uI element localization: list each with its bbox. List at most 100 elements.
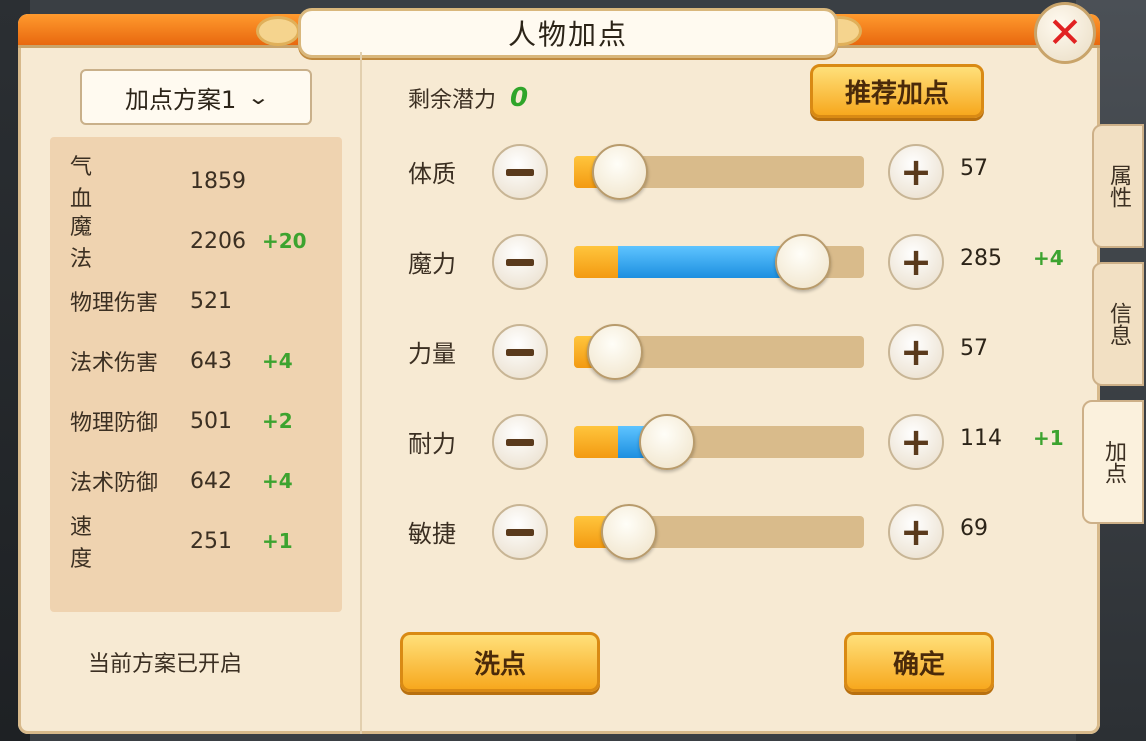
attribute-label: 体质 bbox=[408, 160, 456, 188]
stats-panel: 气血 1859 魔法 2206 +20 物理伤害 521 法术伤害 643 +4… bbox=[50, 137, 342, 612]
potential-value: 0 bbox=[510, 83, 529, 113]
stat-value: 642 bbox=[190, 468, 232, 494]
stat-bonus: +4 bbox=[262, 469, 293, 493]
stat-label: 气血 bbox=[70, 155, 137, 212]
stat-row-magic-defense: 法术防御 642 +4 bbox=[70, 461, 293, 501]
increase-button[interactable]: + bbox=[888, 414, 944, 470]
attribute-slider[interactable] bbox=[574, 414, 864, 470]
slider-knob[interactable] bbox=[601, 504, 658, 560]
attribute-row: 体质 +57 bbox=[408, 142, 1068, 202]
scroll-ornament-left bbox=[256, 16, 300, 46]
attribute-value: 57 bbox=[960, 156, 988, 181]
stat-value: 643 bbox=[190, 348, 232, 374]
minus-icon bbox=[506, 438, 534, 446]
stat-row-magic-damage: 法术伤害 643 +4 bbox=[70, 341, 293, 381]
tab-info[interactable]: 信息 bbox=[1092, 262, 1144, 386]
minus-icon bbox=[506, 258, 534, 266]
tab-add-points-label: 加点 bbox=[1101, 440, 1126, 484]
tab-info-label: 信息 bbox=[1106, 302, 1131, 346]
increase-button[interactable]: + bbox=[888, 144, 944, 200]
attribute-value: 69 bbox=[960, 516, 988, 541]
attribute-value: 57 bbox=[960, 336, 988, 361]
decrease-button[interactable] bbox=[492, 234, 548, 290]
close-icon: ✕ bbox=[1047, 8, 1083, 57]
chevron-down-icon: ⌄ bbox=[246, 85, 271, 109]
stat-label: 速度 bbox=[70, 515, 137, 572]
attribute-label: 力量 bbox=[408, 340, 456, 368]
window-title: 人物加点 bbox=[507, 18, 628, 51]
attribute-label: 魔力 bbox=[408, 250, 456, 278]
stat-label: 物理防御 bbox=[70, 411, 159, 436]
attribute-slider[interactable] bbox=[574, 504, 864, 560]
attribute-value: 285 bbox=[960, 246, 1002, 271]
attribute-row: 力量 +57 bbox=[408, 322, 1068, 382]
attribute-slider[interactable] bbox=[574, 234, 864, 290]
tab-attributes-label: 属性 bbox=[1106, 164, 1131, 208]
attribute-label: 耐力 bbox=[408, 430, 456, 458]
slider-knob[interactable] bbox=[638, 414, 695, 470]
attribute-row: 敏捷 +69 bbox=[408, 502, 1068, 562]
wash-points-button[interactable]: 洗点 bbox=[400, 632, 600, 692]
plus-icon: + bbox=[900, 510, 932, 554]
slider-knob[interactable] bbox=[592, 144, 649, 200]
stat-row-speed: 速度 251 +1 bbox=[70, 515, 293, 572]
attribute-row: 魔力 +285 +4 bbox=[408, 232, 1068, 292]
left-panel: 加点方案1 ⌄ 气血 1859 魔法 2206 +20 物理伤害 521 法术伤… bbox=[50, 54, 375, 734]
attribute-label: 敏捷 bbox=[408, 520, 456, 548]
decrease-button[interactable] bbox=[492, 324, 548, 380]
recommend-points-button[interactable]: 推荐加点 bbox=[810, 64, 984, 118]
stat-value: 521 bbox=[190, 288, 232, 314]
minus-icon bbox=[506, 528, 534, 536]
scheme-status-text: 当前方案已开启 bbox=[88, 652, 243, 677]
stat-bonus: +2 bbox=[262, 409, 293, 433]
attribute-row: 耐力 +114 +1 bbox=[408, 412, 1068, 472]
character-points-window: 人物加点 加点方案1 ⌄ 气血 1859 魔法 2206 +20 物理伤害 52… bbox=[18, 8, 1100, 734]
slider-base-fill bbox=[574, 246, 618, 278]
attribute-slider[interactable] bbox=[574, 324, 864, 380]
stat-row-physical-defense: 物理防御 501 +2 bbox=[70, 401, 293, 441]
stat-label: 物理伤害 bbox=[70, 291, 159, 316]
stat-bonus: +4 bbox=[262, 349, 293, 373]
increase-button[interactable]: + bbox=[888, 234, 944, 290]
plus-icon: + bbox=[900, 420, 932, 464]
remaining-potential: 剩余潜力 0 bbox=[408, 82, 528, 114]
tab-add-points[interactable]: 加点 bbox=[1082, 400, 1144, 524]
stat-value: 251 bbox=[190, 528, 232, 554]
stat-label: 法术伤害 bbox=[70, 351, 159, 376]
tab-attributes[interactable]: 属性 bbox=[1092, 124, 1144, 248]
slider-knob[interactable] bbox=[586, 324, 643, 380]
confirm-button[interactable]: 确定 bbox=[844, 632, 994, 692]
slider-base-fill bbox=[574, 426, 618, 458]
attribute-slider[interactable] bbox=[574, 144, 864, 200]
stat-row-physical-damage: 物理伤害 521 bbox=[70, 281, 262, 321]
stat-value: 1859 bbox=[190, 168, 246, 194]
wash-points-label: 洗点 bbox=[473, 649, 526, 680]
recommend-points-label: 推荐加点 bbox=[844, 78, 949, 109]
stat-value: 2206 bbox=[190, 228, 246, 254]
stat-row-hp: 气血 1859 bbox=[70, 155, 262, 212]
stat-value: 501 bbox=[190, 408, 232, 434]
slider-knob[interactable] bbox=[775, 234, 832, 290]
increase-button[interactable]: + bbox=[888, 504, 944, 560]
attribute-bonus: +4 bbox=[1033, 246, 1064, 270]
plus-icon: + bbox=[900, 150, 932, 194]
increase-button[interactable]: + bbox=[888, 324, 944, 380]
scheme-dropdown[interactable]: 加点方案1 ⌄ bbox=[80, 69, 312, 125]
decrease-button[interactable] bbox=[492, 144, 548, 200]
close-button[interactable]: ✕ bbox=[1034, 2, 1096, 64]
stat-label: 法术防御 bbox=[70, 471, 159, 496]
minus-icon bbox=[506, 348, 534, 356]
title-plate: 人物加点 bbox=[298, 8, 838, 58]
confirm-label: 确定 bbox=[892, 649, 945, 680]
stat-bonus: +20 bbox=[262, 229, 307, 253]
decrease-button[interactable] bbox=[492, 504, 548, 560]
plus-icon: + bbox=[900, 330, 932, 374]
minus-icon bbox=[506, 168, 534, 176]
plus-icon: + bbox=[900, 240, 932, 284]
scheme-dropdown-label: 加点方案1 bbox=[124, 85, 237, 114]
attribute-value: 114 bbox=[960, 426, 1002, 451]
panel-divider bbox=[360, 52, 362, 734]
stat-label: 魔法 bbox=[70, 215, 137, 272]
decrease-button[interactable] bbox=[492, 414, 548, 470]
title-bar: 人物加点 bbox=[18, 8, 1100, 58]
